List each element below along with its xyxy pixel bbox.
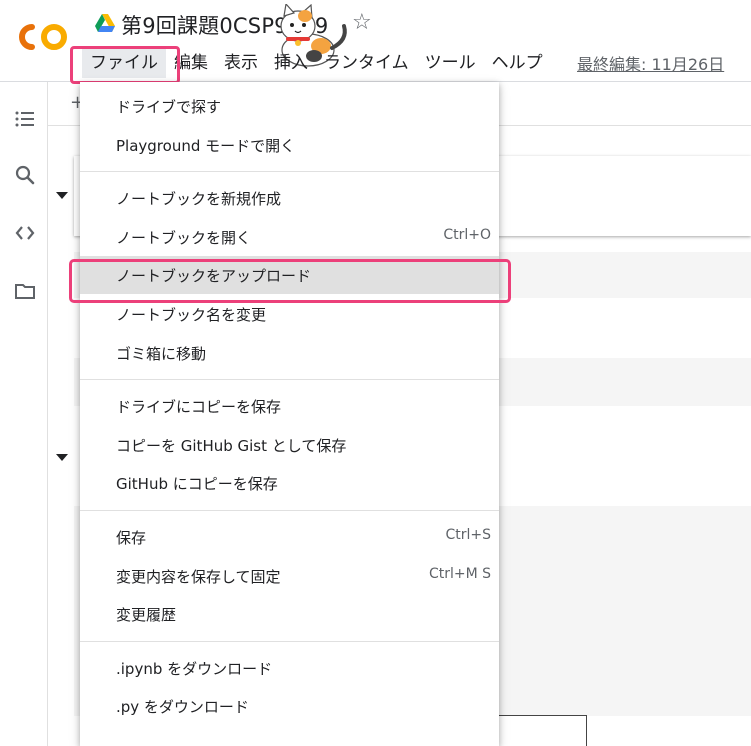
- file-menu-item-label: ノートブックを新規作成: [116, 190, 282, 209]
- file-menu-item-label: 変更内容を保存して固定: [116, 567, 281, 586]
- files-icon[interactable]: [14, 280, 36, 302]
- file-menu-item-label: GitHub にコピーを保存: [116, 475, 278, 494]
- file-menu-item[interactable]: ドライブで探す: [80, 87, 499, 125]
- file-menu-item[interactable]: ノートブックを開く Ctrl+O: [80, 218, 499, 256]
- colab-logo[interactable]: [18, 22, 70, 52]
- menu-runtime[interactable]: ランタイム: [316, 48, 417, 78]
- app-header: 第9回課題0CSP9999 ☆ ファイル 編集 表示 挿入 ランタイム ツール …: [0, 0, 751, 82]
- file-menu-item[interactable]: ノートブックをアップロード: [80, 256, 499, 295]
- menu-separator: [80, 640, 499, 642]
- file-menu-item[interactable]: Playground モードで開く: [80, 126, 499, 164]
- file-menu-item-label: 変更履歴: [116, 606, 177, 625]
- menu-separator: [80, 171, 499, 173]
- menu-separator: [80, 510, 499, 511]
- file-menu-item[interactable]: 変更履歴: [80, 595, 499, 633]
- file-menu-item-label: ドライブにコピーを保存: [116, 398, 282, 417]
- code-snippets-icon[interactable]: [14, 222, 36, 244]
- file-menu-item-label: 保存: [116, 529, 147, 547]
- file-menu-item-label: ノートブックを開く: [116, 228, 252, 247]
- file-menu-item-shortcut: Ctrl+S: [445, 527, 491, 543]
- google-drive-icon[interactable]: [95, 14, 115, 32]
- file-menu-item-shortcut: Ctrl+O: [443, 226, 491, 243]
- left-rail: [0, 82, 48, 746]
- menu-separator: [80, 379, 499, 381]
- file-menu-item[interactable]: コピーを GitHub Gist として保存: [80, 426, 499, 464]
- menu-insert[interactable]: 挿入: [266, 48, 316, 78]
- file-menu-item[interactable]: .py をダウンロード: [80, 687, 499, 725]
- file-menu-item-label: ノートブックをアップロード: [116, 267, 312, 286]
- file-menu-item[interactable]: ノートブック名を変更: [80, 295, 499, 333]
- file-menu-item-label: ドライブで探す: [116, 98, 222, 116]
- menu-tools[interactable]: ツール: [417, 48, 484, 78]
- file-menu-item[interactable]: ゴミ箱に移動: [80, 334, 499, 372]
- file-menu-dropdown: ドライブで探す Playground モードで開く ノートブックを新規作成 ノートブッ…: [80, 82, 499, 746]
- file-menu-item[interactable]: 変更内容を保存して固定 Ctrl+M S: [80, 557, 499, 595]
- file-menu-item-shortcut: Ctrl+M S: [428, 565, 491, 582]
- search-icon[interactable]: [14, 164, 36, 186]
- file-menu-item[interactable]: ノートブックを新規作成: [80, 179, 499, 217]
- file-menu-item-label: ゴミ箱に移動: [116, 344, 207, 363]
- menu-file[interactable]: ファイル: [82, 48, 166, 78]
- file-menu-item-label: Playground モードで開く: [116, 136, 296, 155]
- file-menu-item-label: コピーを GitHub Gist として保存: [116, 436, 347, 455]
- file-menu-item[interactable]: GitHub にコピーを保存: [80, 464, 499, 502]
- collapse-section-icon[interactable]: [56, 454, 68, 461]
- last-edit-link[interactable]: 最終編集: 11月26日: [577, 51, 724, 75]
- file-menu-item-label: .py をダウンロード: [116, 698, 249, 717]
- star-icon[interactable]: ☆: [352, 12, 372, 34]
- file-menu-item-label: .ipynb をダウンロード: [116, 659, 273, 678]
- menu-view[interactable]: 表示: [216, 48, 266, 78]
- collapse-section-icon[interactable]: [56, 192, 68, 199]
- menu-bar: ファイル 編集 表示 挿入 ランタイム ツール ヘルプ: [82, 48, 551, 78]
- menu-help[interactable]: ヘルプ: [484, 48, 551, 78]
- menu-edit[interactable]: 編集: [166, 48, 216, 78]
- file-menu-item[interactable]: ドライブにコピーを保存: [80, 387, 499, 425]
- file-menu-item[interactable]: 保存 Ctrl+S: [80, 518, 499, 556]
- file-menu-item[interactable]: .ipynb をダウンロード: [80, 649, 499, 687]
- table-of-contents-icon[interactable]: [14, 108, 36, 130]
- file-menu-item-label: ノートブック名を変更: [116, 306, 267, 324]
